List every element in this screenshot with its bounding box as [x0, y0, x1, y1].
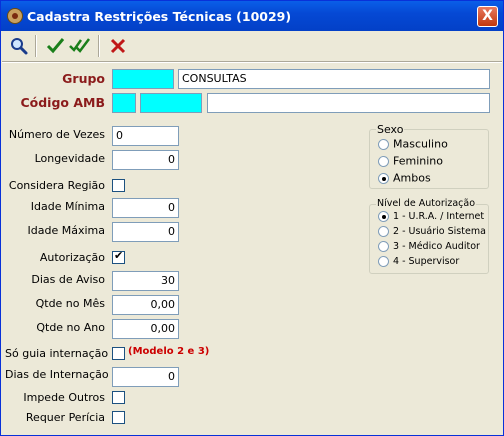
qtde-ano-field[interactable]: 0,00: [112, 319, 179, 339]
nivel-option-label: 4 - Supervisor: [393, 256, 460, 267]
close-button[interactable]: X: [477, 6, 498, 27]
requer-pericia-checkbox[interactable]: [112, 411, 125, 424]
sexo-option-label: Feminino: [393, 154, 443, 168]
idade-minima-field[interactable]: 0: [112, 198, 179, 218]
so-guia-note: (Modelo 2 e 3): [128, 346, 210, 357]
radio-icon: [378, 256, 389, 267]
autorizacao-label: Autorização: [39, 251, 105, 264]
search-button[interactable]: [8, 34, 32, 58]
cancel-button[interactable]: [106, 34, 130, 58]
qtde-mes-field[interactable]: 0,00: [112, 295, 179, 315]
nivel-option-2[interactable]: 2 - Usuário Sistema: [378, 226, 486, 237]
sexo-option-feminino[interactable]: Feminino: [378, 154, 443, 168]
window-title: Cadastra Restrições Técnicas (10029): [27, 9, 292, 24]
so-guia-label: Só guia internação: [5, 347, 109, 360]
grupo-label: Grupo: [62, 71, 105, 86]
toolbar-separator: [35, 35, 37, 57]
codigo-amb-part2-field[interactable]: [140, 93, 202, 113]
check-icon: [46, 38, 65, 54]
codigo-amb-part1-field[interactable]: [112, 93, 136, 113]
impede-outros-label: Impede Outros: [23, 391, 105, 404]
nivel-group-title: Nível de Autorização: [376, 198, 477, 209]
nivel-option-label: 2 - Usuário Sistema: [393, 226, 486, 237]
dias-aviso-field[interactable]: 30: [112, 271, 179, 291]
sexo-option-label: Masculino: [393, 137, 448, 151]
confirm-button[interactable]: [44, 34, 68, 58]
cancel-x-icon: [110, 38, 126, 54]
so-guia-checkbox[interactable]: [112, 347, 125, 360]
requer-pericia-label: Requer Perícia: [25, 411, 105, 424]
toolbar: [2, 32, 502, 60]
radio-selected-icon: [378, 172, 389, 184]
double-check-icon: [69, 38, 90, 53]
qtde-ano-label: Qtde no Ano: [36, 321, 105, 334]
radio-selected-icon: [378, 211, 389, 222]
considera-regiao-label: Considera Região: [8, 179, 105, 192]
toolbar-separator: [98, 35, 100, 57]
toolbar-divider: [2, 61, 502, 63]
title-bar[interactable]: Cadastra Restrições Técnicas (10029) X: [1, 1, 503, 31]
sexo-option-label: Ambos: [393, 171, 431, 185]
nivel-option-label: 3 - Médico Auditor: [393, 241, 480, 252]
nivel-option-4[interactable]: 4 - Supervisor: [378, 256, 459, 267]
grupo-code-field[interactable]: [112, 69, 174, 89]
autorizacao-checkbox[interactable]: [112, 249, 125, 264]
radio-icon: [378, 226, 389, 237]
longevidade-field[interactable]: 0: [112, 150, 179, 170]
radio-icon: [378, 241, 389, 252]
numero-vezes-label: Número de Vezes: [8, 128, 105, 141]
sexo-group-title: Sexo: [376, 123, 405, 136]
radio-icon: [378, 138, 389, 150]
dias-internacao-field[interactable]: 0: [112, 367, 179, 387]
confirm-all-button[interactable]: [68, 34, 92, 58]
app-icon: [7, 8, 23, 24]
sexo-option-ambos[interactable]: Ambos: [378, 171, 431, 185]
sexo-option-masculino[interactable]: Masculino: [378, 137, 448, 151]
nivel-option-3[interactable]: 3 - Médico Auditor: [378, 241, 480, 252]
nivel-option-label: 1 - U.R.A. / Internet: [393, 211, 485, 222]
radio-icon: [378, 155, 389, 167]
codigo-amb-description-field[interactable]: [207, 93, 490, 113]
dias-internacao-label: Dias de Internação: [5, 368, 109, 381]
nivel-option-1[interactable]: 1 - U.R.A. / Internet: [378, 211, 484, 222]
dialog-window: Cadastra Restrições Técnicas (10029) X G…: [0, 0, 504, 436]
search-icon: [11, 38, 28, 55]
nivel-autorizacao-group: Nível de Autorização 1 - U.R.A. / Intern…: [369, 198, 489, 274]
idade-minima-label: Idade Mínima: [30, 200, 105, 213]
idade-maxima-label: Idade Máxima: [27, 224, 105, 237]
qtde-mes-label: Qtde no Mês: [35, 297, 105, 310]
sexo-group: Sexo Masculino Feminino Ambos: [369, 123, 489, 189]
impede-outros-checkbox[interactable]: [112, 391, 125, 404]
codigo-amb-label: Código AMB: [20, 95, 105, 110]
longevidade-label: Longevidade: [34, 152, 105, 165]
idade-maxima-field[interactable]: 0: [112, 222, 179, 242]
considera-regiao-checkbox[interactable]: [112, 179, 125, 192]
dias-aviso-label: Dias de Aviso: [31, 273, 105, 286]
numero-vezes-field[interactable]: 0: [112, 126, 179, 146]
grupo-name-field[interactable]: CONSULTAS: [178, 69, 490, 89]
